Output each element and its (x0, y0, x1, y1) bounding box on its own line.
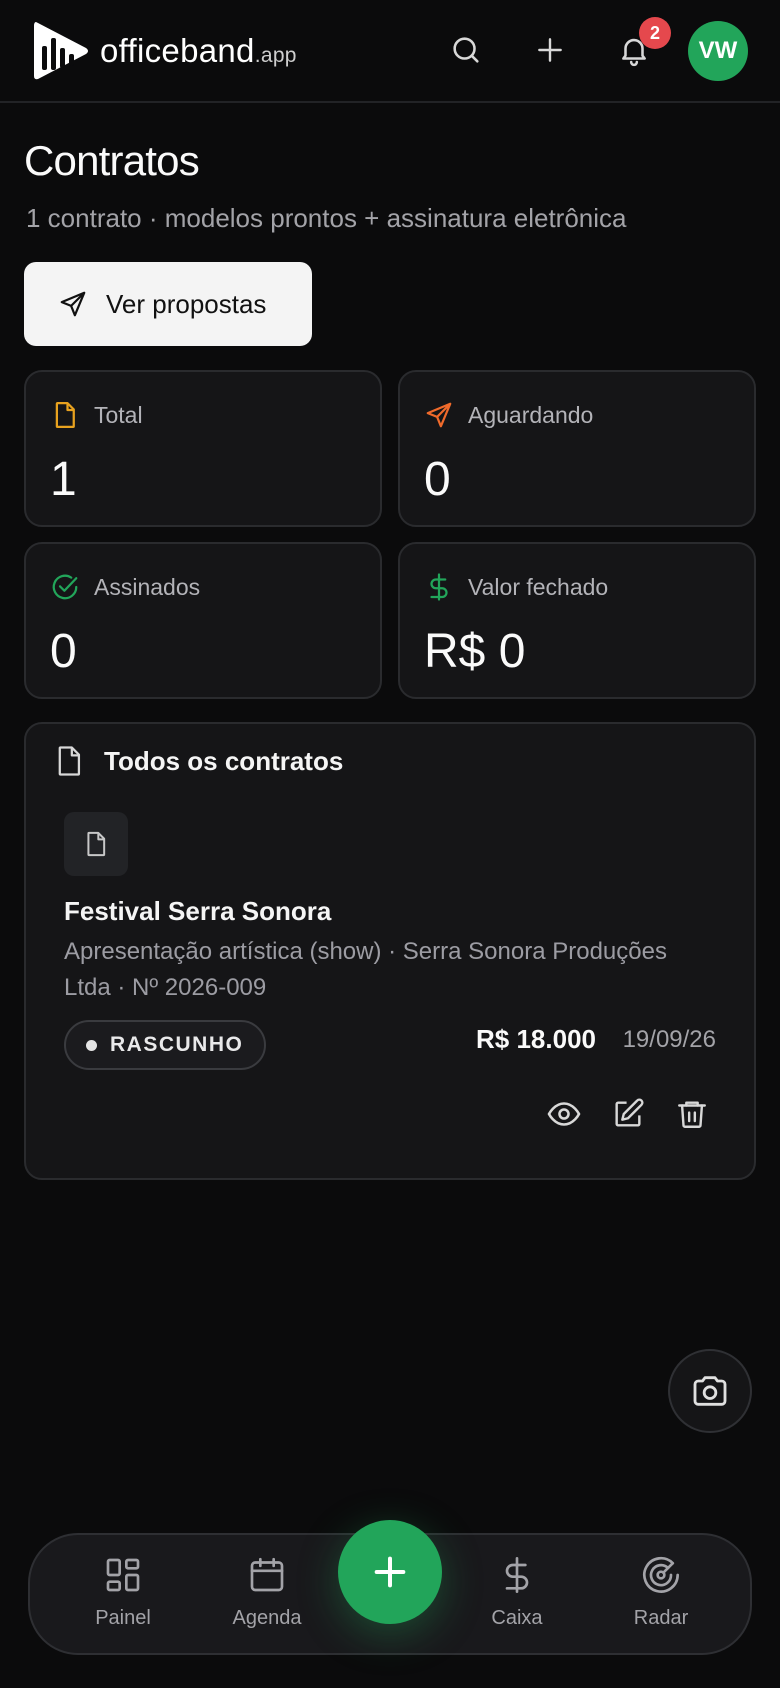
plus-icon (374, 1556, 406, 1588)
stat-label: Valor fechado (468, 574, 609, 600)
page-title: Contratos (24, 137, 200, 184)
search-button[interactable] (446, 30, 486, 70)
send-icon (60, 291, 86, 317)
logo-mark-icon (34, 22, 88, 80)
view-proposals-label: Ver propostas (106, 288, 267, 319)
dollar-icon (505, 1557, 529, 1593)
contracts-list-heading: Todos os contratos (104, 746, 344, 776)
dollar-icon (430, 573, 448, 601)
nav-item-painel[interactable]: Painel (68, 1555, 178, 1630)
add-button[interactable] (530, 30, 570, 70)
contract-title[interactable]: Festival Serra Sonora (64, 896, 331, 927)
contract-amount: R$ 18.000 (476, 1024, 596, 1054)
contract-date: 19/09/26 (622, 1026, 716, 1053)
nav-item-caixa[interactable]: Caixa (462, 1555, 572, 1630)
create-fab-button[interactable] (338, 1520, 442, 1624)
view-contract-button[interactable] (544, 1094, 584, 1134)
file-icon (55, 402, 75, 428)
stat-card-waiting[interactable]: Aguardando 0 (398, 370, 756, 527)
user-avatar[interactable]: VW (688, 21, 748, 81)
camera-button[interactable] (668, 1349, 752, 1433)
stat-label: Total (94, 402, 143, 428)
stat-value: 0 (424, 453, 451, 506)
trash-icon (678, 1101, 706, 1128)
brand-suffix: .app (254, 44, 297, 67)
contract-doc-thumbnail (64, 812, 128, 876)
stat-value: 1 (50, 453, 77, 506)
stat-label: Assinados (94, 574, 201, 600)
check-circle-icon (52, 574, 78, 600)
stat-card-total[interactable]: Total 1 (24, 370, 382, 527)
status-label: RASCUNHO (110, 1033, 244, 1056)
calendar-icon (250, 1557, 284, 1592)
file-icon (87, 831, 106, 857)
nav-item-agenda[interactable]: Agenda (212, 1555, 322, 1630)
top-bar: officeband.app 2 VW (0, 0, 780, 103)
delete-contract-button[interactable] (672, 1094, 712, 1134)
stat-card-signed[interactable]: Assinados 0 (24, 542, 382, 699)
dashboard-icon (106, 1558, 140, 1592)
brand-name: officeband.app (100, 32, 297, 69)
radar-icon (643, 1556, 679, 1593)
stat-label: Aguardando (468, 402, 594, 428)
nav-label: Radar (633, 1607, 689, 1629)
status-dot (86, 1039, 97, 1051)
stat-card-closed-value[interactable]: Valor fechado R$ 0 (398, 542, 756, 699)
nav-item-radar[interactable]: Radar (606, 1555, 716, 1630)
notification-badge: 2 (639, 17, 671, 49)
brand-logo[interactable]: officeband.app (30, 18, 297, 84)
edit-icon (615, 1098, 644, 1127)
nav-label: Caixa (491, 1607, 543, 1629)
camera-icon (693, 1376, 727, 1406)
view-proposals-button[interactable]: Ver propostas (24, 262, 312, 346)
contract-description: Apresentação artística (show) · Serra So… (64, 938, 667, 1001)
plus-icon (538, 38, 562, 62)
search-icon (453, 37, 479, 63)
nav-label: Painel (95, 1607, 151, 1629)
stat-value: 0 (50, 625, 77, 678)
file-icon (58, 746, 81, 776)
edit-contract-button[interactable] (608, 1094, 648, 1134)
nav-label: Agenda (232, 1607, 302, 1629)
page-subtitle: 1 contrato · modelos prontos + assinatur… (26, 203, 627, 233)
eye-icon (547, 1102, 581, 1126)
status-badge: RASCUNHO (64, 1020, 266, 1070)
stat-value: R$ 0 (424, 625, 526, 678)
send-icon (426, 402, 452, 428)
contracts-list-card: Todos os contratos Festival Serra Sonora… (24, 722, 756, 1180)
